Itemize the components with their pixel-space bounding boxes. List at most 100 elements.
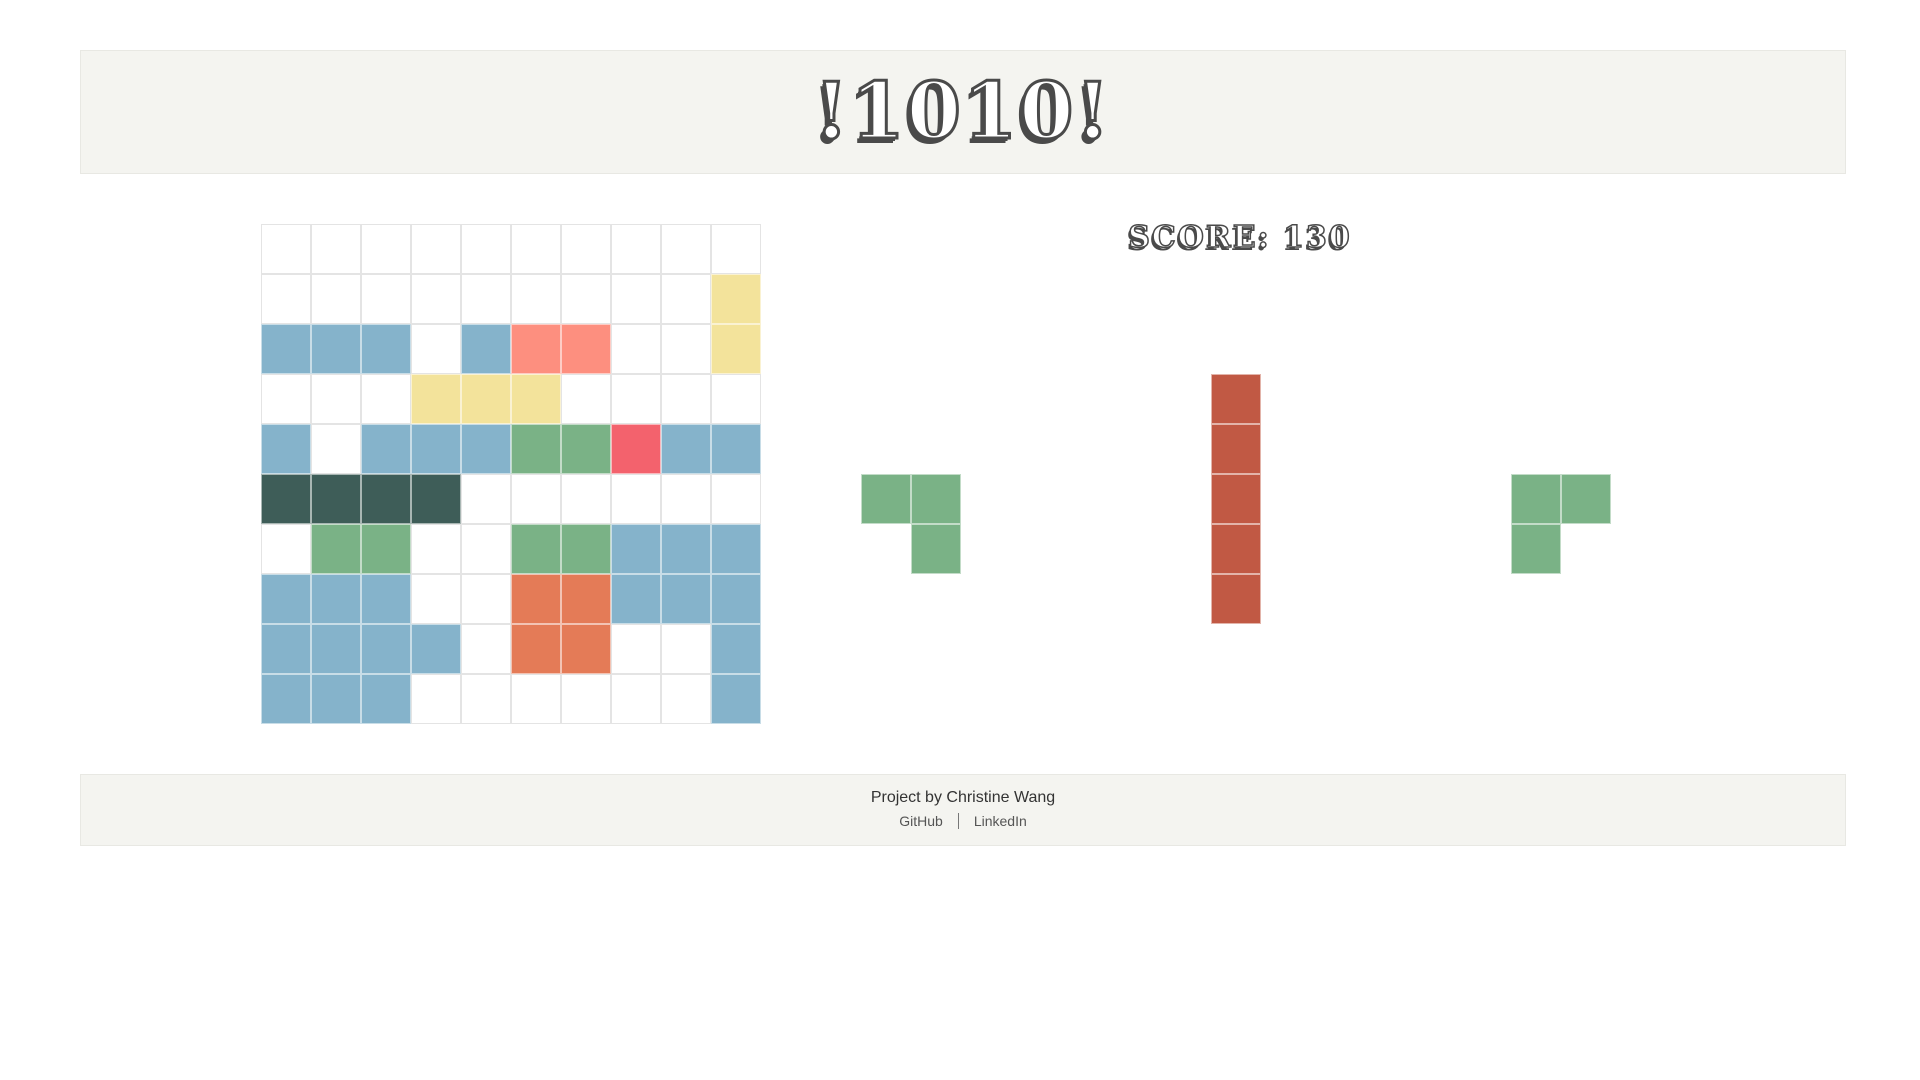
board-cell-0-3[interactable] (411, 224, 461, 274)
board-cell-7-7[interactable] (611, 574, 661, 624)
github-link[interactable]: GitHub (884, 813, 958, 829)
board-cell-9-3[interactable] (411, 674, 461, 724)
board-cell-3-8[interactable] (661, 374, 711, 424)
board-cell-8-8[interactable] (661, 624, 711, 674)
board-cell-6-4[interactable] (461, 524, 511, 574)
board-cell-1-7[interactable] (611, 274, 661, 324)
board-cell-0-9[interactable] (711, 224, 761, 274)
board-cell-0-4[interactable] (461, 224, 511, 274)
board-cell-6-5[interactable] (511, 524, 561, 574)
board-cell-9-0[interactable] (261, 674, 311, 724)
board-cell-4-0[interactable] (261, 424, 311, 474)
board-cell-3-2[interactable] (361, 374, 411, 424)
board-cell-5-6[interactable] (561, 474, 611, 524)
board-cell-1-1[interactable] (311, 274, 361, 324)
piece-block[interactable] (1211, 474, 1261, 524)
board-cell-8-5[interactable] (511, 624, 561, 674)
board-cell-7-5[interactable] (511, 574, 561, 624)
board-cell-9-6[interactable] (561, 674, 611, 724)
board-cell-6-7[interactable] (611, 524, 661, 574)
board-cell-2-7[interactable] (611, 324, 661, 374)
board-cell-4-4[interactable] (461, 424, 511, 474)
board-cell-1-3[interactable] (411, 274, 461, 324)
piece-block[interactable] (1561, 474, 1611, 524)
piece-tray-slot-1[interactable] (861, 474, 961, 574)
board-cell-5-0[interactable] (261, 474, 311, 524)
board-cell-1-6[interactable] (561, 274, 611, 324)
board-cell-4-9[interactable] (711, 424, 761, 474)
board-cell-6-2[interactable] (361, 524, 411, 574)
board-cell-1-4[interactable] (461, 274, 511, 324)
board-cell-5-7[interactable] (611, 474, 661, 524)
board-cell-8-0[interactable] (261, 624, 311, 674)
piece-block[interactable] (1211, 424, 1261, 474)
board-cell-7-0[interactable] (261, 574, 311, 624)
board-cell-7-9[interactable] (711, 574, 761, 624)
board-cell-3-1[interactable] (311, 374, 361, 424)
piece-block[interactable] (1211, 574, 1261, 624)
board-cell-2-4[interactable] (461, 324, 511, 374)
board-cell-1-0[interactable] (261, 274, 311, 324)
board-cell-7-4[interactable] (461, 574, 511, 624)
board-cell-6-9[interactable] (711, 524, 761, 574)
board-cell-9-8[interactable] (661, 674, 711, 724)
board-cell-5-9[interactable] (711, 474, 761, 524)
board-cell-0-2[interactable] (361, 224, 411, 274)
board-cell-5-1[interactable] (311, 474, 361, 524)
piece-block[interactable] (1511, 474, 1561, 524)
board-cell-3-7[interactable] (611, 374, 661, 424)
board-cell-8-6[interactable] (561, 624, 611, 674)
board-cell-2-3[interactable] (411, 324, 461, 374)
board-cell-5-5[interactable] (511, 474, 561, 524)
piece-block[interactable] (861, 474, 911, 524)
board-cell-2-1[interactable] (311, 324, 361, 374)
board-cell-3-4[interactable] (461, 374, 511, 424)
board-cell-3-9[interactable] (711, 374, 761, 424)
board-cell-0-1[interactable] (311, 224, 361, 274)
board-cell-8-2[interactable] (361, 624, 411, 674)
board-cell-7-3[interactable] (411, 574, 461, 624)
board-cell-7-2[interactable] (361, 574, 411, 624)
board-cell-6-0[interactable] (261, 524, 311, 574)
board-cell-6-3[interactable] (411, 524, 461, 574)
board-cell-6-8[interactable] (661, 524, 711, 574)
piece-block[interactable] (911, 524, 961, 574)
linkedin-link[interactable]: LinkedIn (959, 813, 1042, 829)
board-cell-2-6[interactable] (561, 324, 611, 374)
board-cell-0-7[interactable] (611, 224, 661, 274)
board-cell-3-0[interactable] (261, 374, 311, 424)
board-cell-8-3[interactable] (411, 624, 461, 674)
board-cell-1-5[interactable] (511, 274, 561, 324)
board-cell-4-8[interactable] (661, 424, 711, 474)
board-cell-8-1[interactable] (311, 624, 361, 674)
board-cell-5-8[interactable] (661, 474, 711, 524)
board-cell-6-1[interactable] (311, 524, 361, 574)
board-cell-8-7[interactable] (611, 624, 661, 674)
board-cell-1-2[interactable] (361, 274, 411, 324)
board-cell-9-1[interactable] (311, 674, 361, 724)
board-cell-5-3[interactable] (411, 474, 461, 524)
board-cell-2-2[interactable] (361, 324, 411, 374)
board-cell-5-2[interactable] (361, 474, 411, 524)
piece-block[interactable] (1211, 374, 1261, 424)
board-cell-0-0[interactable] (261, 224, 311, 274)
piece-block[interactable] (1511, 524, 1561, 574)
board-cell-9-4[interactable] (461, 674, 511, 724)
board-cell-0-8[interactable] (661, 224, 711, 274)
game-board[interactable] (261, 224, 761, 724)
board-cell-4-2[interactable] (361, 424, 411, 474)
board-cell-0-6[interactable] (561, 224, 611, 274)
board-cell-4-6[interactable] (561, 424, 611, 474)
board-cell-1-8[interactable] (661, 274, 711, 324)
board-cell-6-6[interactable] (561, 524, 611, 574)
board-cell-4-7[interactable] (611, 424, 661, 474)
piece-block[interactable] (911, 474, 961, 524)
board-cell-7-1[interactable] (311, 574, 361, 624)
board-cell-4-5[interactable] (511, 424, 561, 474)
piece-tray-slot-3[interactable] (1511, 474, 1611, 574)
board-cell-4-1[interactable] (311, 424, 361, 474)
board-cell-7-6[interactable] (561, 574, 611, 624)
board-cell-8-4[interactable] (461, 624, 511, 674)
board-cell-9-7[interactable] (611, 674, 661, 724)
board-cell-1-9[interactable] (711, 274, 761, 324)
